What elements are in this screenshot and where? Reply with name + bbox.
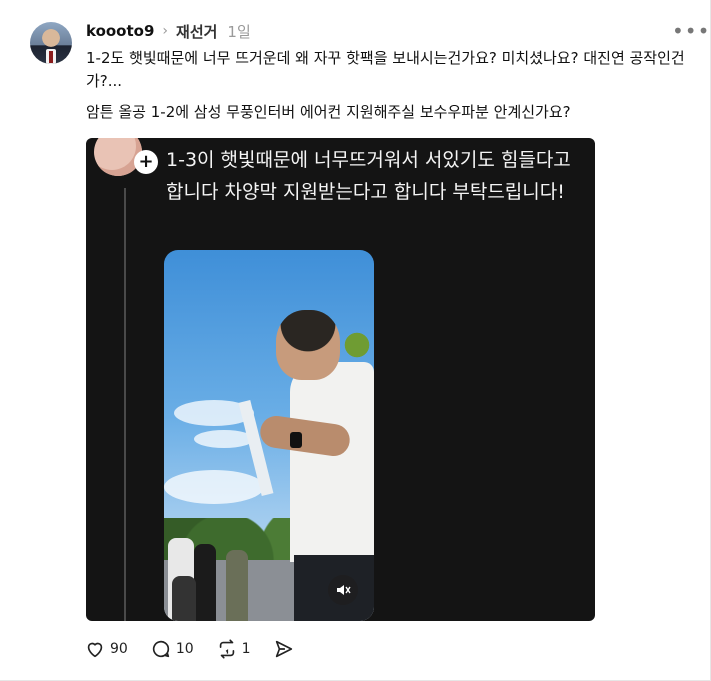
crowd <box>164 520 254 621</box>
avatar-tie <box>49 51 53 63</box>
username[interactable]: koooto9 <box>86 22 154 40</box>
repost-button[interactable]: 1 <box>216 638 251 660</box>
video-player[interactable] <box>164 250 374 621</box>
wristwatch <box>290 432 302 448</box>
post-text: 1-2도 햇빛때문에 너무 뜨거운데 왜 자꾸 핫팩을 보내시는건가요? 미치셨… <box>86 47 696 124</box>
plus-icon[interactable]: + <box>134 150 158 174</box>
thread-line <box>124 188 126 621</box>
muted-speaker-icon[interactable] <box>328 575 358 605</box>
comment-bubble-icon <box>152 640 169 658</box>
user-avatar[interactable] <box>30 22 72 64</box>
heart-icon <box>87 642 103 658</box>
post-text-line2: 암튼 올공 1-2에 삼성 무풍인터버 에어컨 지원해주실 보수우파분 안계신가… <box>86 103 571 121</box>
topic-tag[interactable]: 재선거 <box>176 21 217 42</box>
person-head <box>276 310 340 380</box>
action-bar: 90 10 1 <box>84 636 321 662</box>
repost-count: 1 <box>241 641 251 657</box>
like-button[interactable]: 90 <box>84 638 128 660</box>
cloud <box>164 470 264 504</box>
repost-icon <box>219 639 234 659</box>
chevron-right-icon: › <box>162 23 169 39</box>
more-horizontal-icon[interactable]: ••• <box>672 21 710 41</box>
send-icon <box>275 640 292 658</box>
reply-count: 10 <box>175 641 194 657</box>
embedded-post-media[interactable]: + 1-3이 햇빛때문에 너무뜨거워서 서있기도 힘들다고합니다 차양막 지원받… <box>86 138 595 621</box>
reply-button[interactable]: 10 <box>150 638 194 660</box>
post-text-line1: 1-2도 햇빛때문에 너무 뜨거운데 왜 자꾸 핫팩을 보내시는건가요? 미치셨… <box>86 49 685 90</box>
person-shirt <box>290 362 374 562</box>
embedded-caption: 1-3이 햇빛때문에 너무뜨거워서 서있기도 힘들다고합니다 차양막 지원받는다… <box>166 149 571 203</box>
like-count: 90 <box>110 641 128 657</box>
post-card: koooto9 › 재선거 1일 ••• 1-2도 햇빛때문에 너무 뜨거운데 … <box>0 0 711 681</box>
post-header: koooto9 › 재선거 1일 <box>86 19 251 43</box>
post-time: 1일 <box>227 22 251 41</box>
share-button[interactable] <box>273 638 299 660</box>
